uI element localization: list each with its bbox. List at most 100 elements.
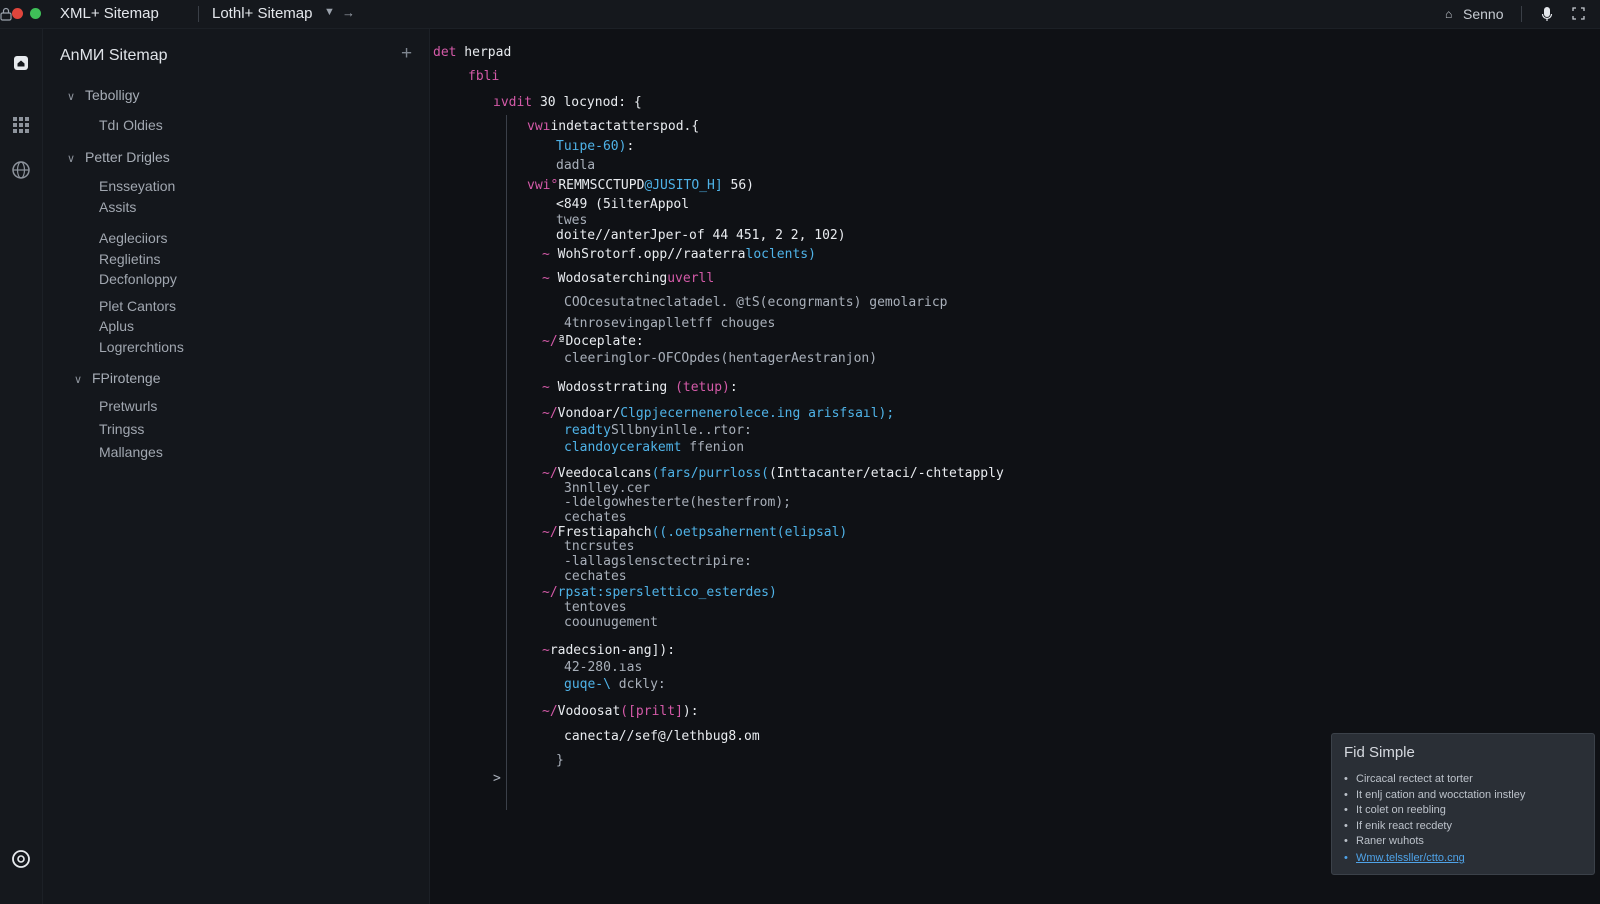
tree-item[interactable]: Tringss	[99, 421, 144, 437]
tree-item[interactable]: Assits	[99, 199, 136, 215]
tree-item[interactable]: Tdı Oldies	[99, 117, 163, 133]
code-token: ~/	[542, 585, 558, 600]
code-line: det herpad	[433, 45, 511, 60]
tree-item[interactable]: Pretwurls	[99, 398, 157, 414]
code-token: ~/	[542, 406, 558, 421]
code-line: -lallagslensctectripire:	[564, 554, 752, 569]
code-line: Tuıpe-60):	[556, 139, 634, 154]
code-token: vwi°	[527, 178, 559, 193]
code-line: cechates	[564, 510, 627, 525]
tree-item[interactable]: Reglietins	[99, 251, 160, 267]
tree-item[interactable]: Plet Cantors	[99, 298, 176, 314]
code-line: >	[493, 771, 501, 786]
code-line: ~ Wodosaterchinguverll	[542, 271, 714, 286]
code-line: ~ WohSrotorf.opp//raaterraloclents)	[542, 247, 816, 262]
code-token: loclents)	[745, 247, 816, 262]
grid-icon[interactable]	[11, 115, 31, 135]
code-token: ~/	[542, 334, 558, 349]
lock-icon[interactable]	[0, 7, 12, 21]
tree-item[interactable]: Aegleciiors	[99, 230, 167, 246]
tree-item[interactable]: Logrerchtions	[99, 339, 184, 355]
code-line: ıvdit 30 locynod: {	[493, 95, 642, 110]
chevron-down-icon: ∨	[67, 91, 76, 103]
tree-group-label: FPirotenge	[92, 370, 161, 386]
code-token: Vondoar/	[557, 406, 621, 421]
info-card-item: Raner wuhots	[1344, 834, 1525, 850]
add-icon[interactable]: +	[401, 43, 412, 65]
code-line: 4tnrosevingaplletff chouges	[564, 316, 775, 331]
info-card-title: Fid Simple	[1344, 744, 1415, 761]
code-line: cechates	[564, 569, 627, 584]
tree-item[interactable]: Ensseyation	[99, 178, 175, 194]
title-divider	[198, 6, 199, 22]
code-token: -lallagslensctectripire:	[564, 554, 752, 569]
user-label[interactable]: Senno	[1463, 6, 1503, 22]
code-token: Wodosaterching	[557, 271, 668, 286]
code-token: ([prilt]	[620, 704, 683, 719]
tree-item[interactable]: Aplus	[99, 318, 134, 334]
code-token: ~/	[542, 704, 558, 719]
code-line: }	[556, 753, 564, 768]
code-line: fbli	[468, 69, 499, 84]
tree-item[interactable]: Decfonloppy	[99, 271, 177, 287]
home-icon[interactable]: ⌂	[1445, 7, 1452, 21]
code-line: ~/ªDoceplate:	[542, 334, 644, 349]
chevron-down-icon: ∨	[67, 153, 76, 165]
code-token: readty	[564, 423, 611, 438]
window-title: XML+ Sitemap	[60, 5, 159, 22]
code-line: vwıindetactatterspod.{	[527, 119, 699, 134]
code-token: 42-280.ıas	[564, 660, 643, 675]
code-token: det	[433, 45, 457, 60]
sidebar-title: AnMИ Sitemap	[60, 47, 168, 64]
code-token: uverll	[667, 271, 715, 286]
info-card-item: If enik react recdety	[1344, 819, 1525, 835]
mic-icon[interactable]	[1541, 6, 1553, 22]
arrow-right-icon[interactable]: →	[342, 5, 355, 20]
code-line: <849 (5ilterAppol	[556, 197, 689, 212]
code-token: cechates	[564, 569, 627, 584]
home-icon[interactable]	[11, 53, 31, 73]
code-line: ~/Veedocalcans(fars/purrloss((Inttacante…	[542, 466, 1004, 481]
info-card-link[interactable]: Wmw.telssller/ctto.cng	[1344, 852, 1465, 864]
tree-group-fpirotenge[interactable]: ∨ FPirotenge	[74, 370, 160, 386]
code-line: ~/rpsat:sperslettico_esterdes)	[542, 585, 777, 600]
code-line: clandoycerakemt ffenion	[564, 440, 744, 455]
code-line: vwi°REMMSCCTUPD@JUSITO_H] 56)	[527, 178, 754, 193]
maximize-window-button[interactable]	[30, 8, 41, 19]
code-line: canecta//sef@/lethbug8.om	[564, 729, 760, 744]
sidebar: AnMИ Sitemap + ∨ Tebolligy Tdı Oldies ∨ Pe…	[43, 29, 430, 904]
code-token: ffenion	[681, 440, 745, 455]
tree-group-tebolligy[interactable]: ∨ Tebolligy	[67, 87, 139, 103]
tree-group-label: Petter Drigles	[85, 149, 170, 165]
project-title[interactable]: Lothl+ Sitemap	[212, 5, 312, 22]
code-token: ~	[542, 643, 550, 658]
code-token: doite//anterJper-of 44 451, 2 2, 102)	[556, 228, 846, 243]
code-token: ~	[542, 247, 558, 262]
info-card: Fid Simple Circacal rectect at torter It…	[1331, 733, 1595, 875]
close-window-button[interactable]	[12, 8, 23, 19]
code-line: COOcesutatneclatadel. @tS(econgrmants) g…	[564, 295, 948, 310]
code-token: REMMSCCTUPD	[558, 178, 645, 193]
tree-group-petter-drigles[interactable]: ∨ Petter Drigles	[67, 149, 170, 165]
code-token: cechates	[564, 510, 627, 525]
code-line: guqe-\ dckly:	[564, 677, 666, 692]
code-token: rpsat:sperslettico_esterdes)	[557, 585, 777, 600]
code-token: Vodoosat	[557, 704, 621, 719]
info-card-item: It enlj cation and wocctation instley	[1344, 788, 1525, 804]
code-token: herpad	[456, 45, 512, 60]
code-token: 56)	[722, 178, 755, 193]
code-token: Tuıpe-60)	[556, 139, 627, 154]
info-card-item: It colet on reebling	[1344, 803, 1525, 819]
code-token: ):	[682, 704, 699, 719]
code-token: cleeringlor-OFCOpdes(hentagerAestranjon)	[564, 351, 878, 366]
tree-item[interactable]: Mallanges	[99, 444, 163, 460]
expand-icon[interactable]	[1572, 7, 1585, 20]
code-line: ~radecsion-ang]):	[542, 643, 675, 658]
account-icon[interactable]	[11, 849, 31, 869]
code-line: ~/Frestiapahch((.oetpsahernent(elipsal)	[542, 525, 847, 540]
code-token: radecsion-ang]):	[549, 643, 676, 658]
globe-icon[interactable]	[11, 160, 31, 180]
code-line: dadla	[556, 158, 595, 173]
chevron-down-icon[interactable]: ▼	[324, 6, 335, 18]
code-token: clandoycerakemt	[564, 440, 682, 455]
